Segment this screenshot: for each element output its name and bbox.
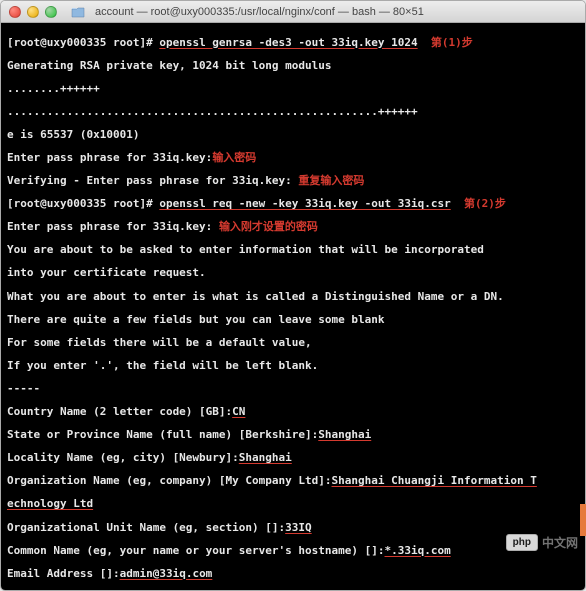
terminal-line: e is 65537 (0x10001) xyxy=(7,129,579,141)
terminal-line: into your certificate request. xyxy=(7,267,579,279)
minimize-icon[interactable] xyxy=(27,6,39,18)
input-province: Shanghai xyxy=(318,428,371,441)
input-country: CN xyxy=(232,405,245,418)
titlebar: account — root@uxy000335:/usr/local/ngin… xyxy=(1,1,585,23)
input-ou: 33IQ xyxy=(285,521,312,534)
input-org-cont: echnology Ltd xyxy=(7,497,93,510)
terminal-line: Common Name (eg, your name or your serve… xyxy=(7,545,579,557)
terminal-line: [root@uxy000335 root]# openssl genrsa -d… xyxy=(7,37,579,49)
terminal-line: State or Province Name (full name) [Berk… xyxy=(7,429,579,441)
terminal-window: account — root@uxy000335:/usr/local/ngin… xyxy=(0,0,586,591)
terminal-line: There are quite a few fields but you can… xyxy=(7,314,579,326)
terminal-line: Enter pass phrase for 33iq.key: 输入刚才设置的密… xyxy=(7,221,579,233)
terminal-line: [root@uxy000335 root]# openssl req -new … xyxy=(7,198,579,210)
annotation-set-pwd: 输入刚才设置的密码 xyxy=(219,220,318,233)
annotation-enter-pwd: 输入密码 xyxy=(212,151,256,164)
terminal-line: If you enter '.', the field will be left… xyxy=(7,360,579,372)
terminal-line: ........++++++ xyxy=(7,83,579,95)
terminal-line: What you are about to enter is what is c… xyxy=(7,291,579,303)
watermark: php 中文网 xyxy=(506,534,578,551)
watermark-badge: php xyxy=(506,534,538,551)
input-org: Shanghai Chuangji Information T xyxy=(332,474,537,487)
decorative-bar xyxy=(580,504,586,536)
window-title: account — root@uxy000335:/usr/local/ngin… xyxy=(95,6,577,18)
terminal-line: Organizational Unit Name (eg, section) [… xyxy=(7,522,579,534)
terminal-content[interactable]: [root@uxy000335 root]# openssl genrsa -d… xyxy=(1,23,585,590)
terminal-line: Organization Name (eg, company) [My Comp… xyxy=(7,475,579,487)
input-email: admin@33iq.com xyxy=(120,567,213,580)
terminal-line: You are about to be asked to enter infor… xyxy=(7,244,579,256)
close-icon[interactable] xyxy=(9,6,21,18)
terminal-line: Email Address []:admin@33iq.com xyxy=(7,568,579,580)
annotation-repeat-pwd: 重复输入密码 xyxy=(298,174,364,187)
terminal-line: For some fields there will be a default … xyxy=(7,337,579,349)
terminal-line: Generating RSA private key, 1024 bit lon… xyxy=(7,60,579,72)
terminal-line: Country Name (2 letter code) [GB]:CN xyxy=(7,406,579,418)
terminal-line: ........................................… xyxy=(7,106,579,118)
command-step1: openssl genrsa -des3 -out 33iq.key 1024 xyxy=(159,36,417,49)
terminal-line: Locality Name (eg, city) [Newbury]:Shang… xyxy=(7,452,579,464)
input-locality: Shanghai xyxy=(239,451,292,464)
annotation-step2: 第(2)步 xyxy=(464,197,506,210)
zoom-icon[interactable] xyxy=(45,6,57,18)
input-cn: *.33iq.com xyxy=(385,544,451,557)
annotation-step1: 第(1)步 xyxy=(431,36,473,49)
traffic-lights xyxy=(9,6,57,18)
watermark-text: 中文网 xyxy=(542,534,578,551)
folder-icon xyxy=(71,6,85,18)
terminal-line: ----- xyxy=(7,383,579,395)
command-step2: openssl req -new -key 33iq.key -out 33iq… xyxy=(159,197,450,210)
terminal-line: echnology Ltd xyxy=(7,498,579,510)
terminal-line: Verifying - Enter pass phrase for 33iq.k… xyxy=(7,175,579,187)
terminal-line: Enter pass phrase for 33iq.key:输入密码 xyxy=(7,152,579,164)
